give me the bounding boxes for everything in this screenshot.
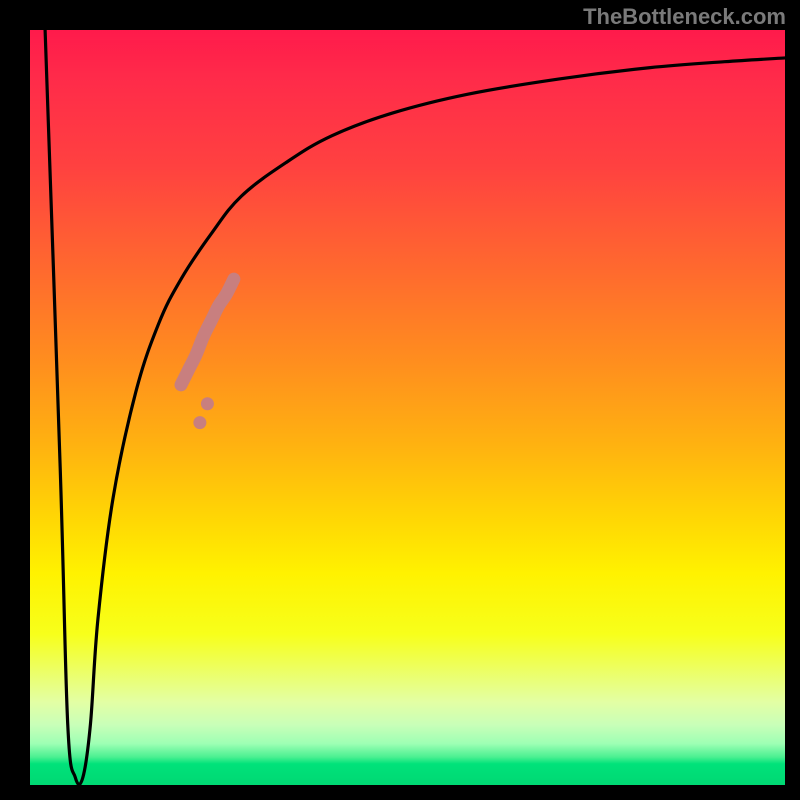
- highlight-dots: [193, 397, 214, 429]
- curve-svg: [30, 30, 785, 785]
- plot-area: [30, 30, 785, 785]
- main-curve-path: [45, 30, 785, 785]
- highlight-dot: [201, 397, 214, 410]
- highlight-dot: [193, 416, 206, 429]
- watermark-text: TheBottleneck.com: [583, 4, 786, 30]
- chart-frame: TheBottleneck.com: [0, 0, 800, 800]
- highlight-segment-path: [181, 279, 234, 385]
